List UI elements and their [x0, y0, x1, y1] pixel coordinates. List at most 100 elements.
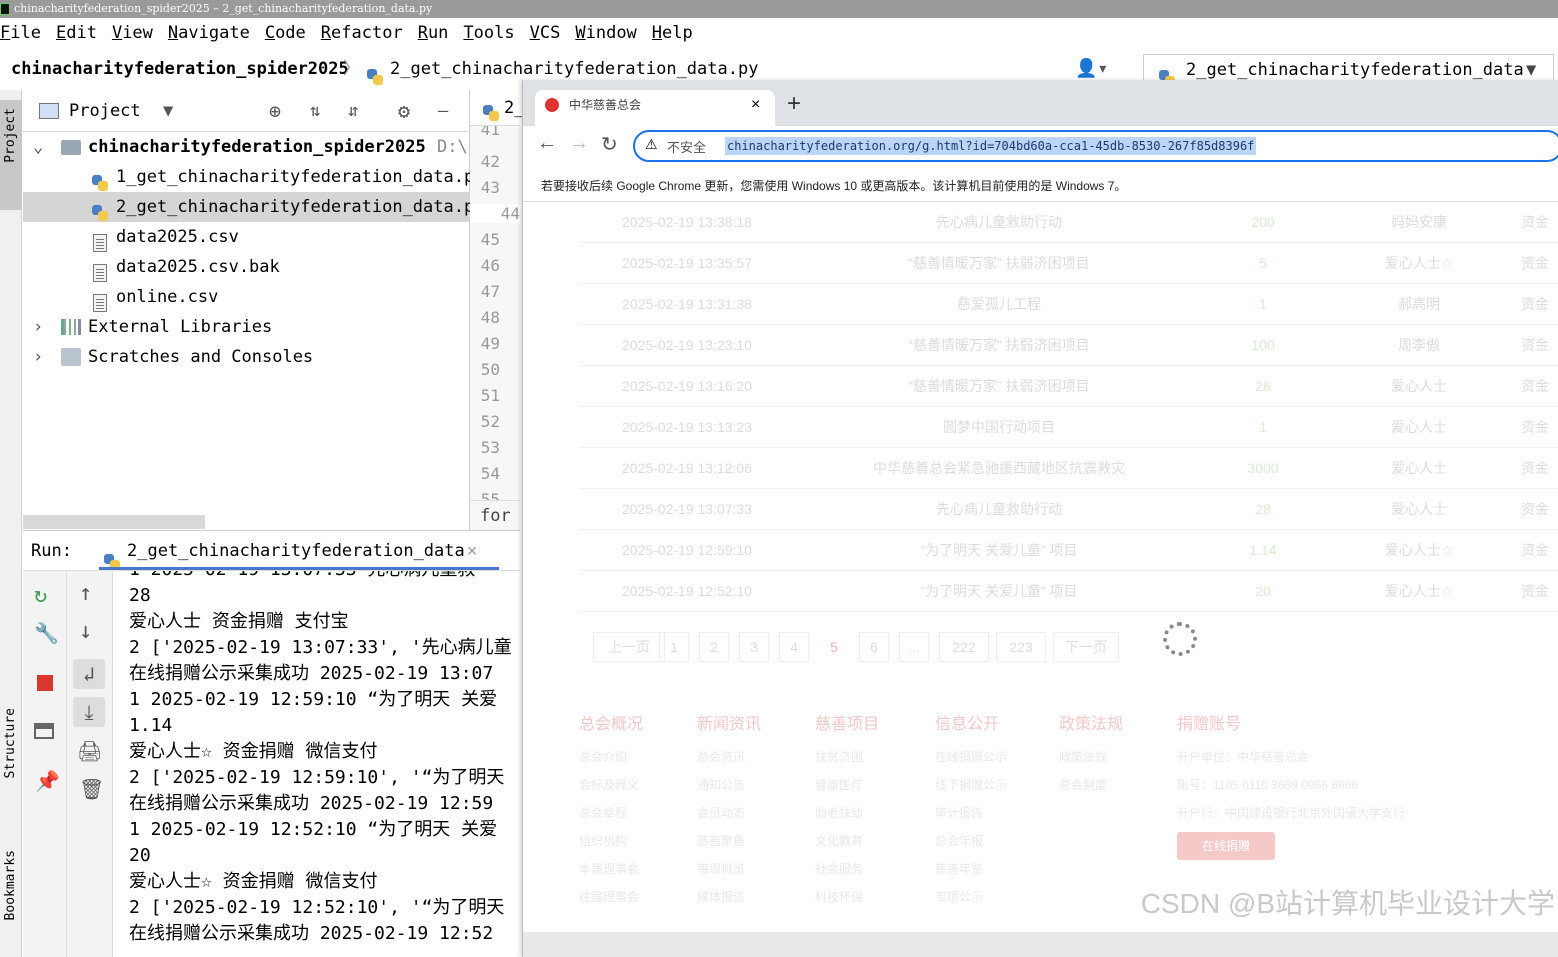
- footer-link[interactable]: 媒体报道: [697, 888, 761, 916]
- tree-external-libraries[interactable]: › External Libraries: [23, 312, 470, 342]
- menu-refactor[interactable]: Refactor: [321, 20, 403, 46]
- menu-code[interactable]: Code: [265, 20, 306, 46]
- layout-icon[interactable]: [34, 723, 54, 739]
- new-tab-button[interactable]: +: [787, 90, 801, 118]
- editor-breadcrumb[interactable]: for: [470, 500, 520, 530]
- menu-navigate[interactable]: Navigate: [168, 20, 250, 46]
- footer-link[interactable]: 会员动态: [697, 804, 761, 832]
- soft-wrap-icon[interactable]: ↲: [73, 659, 105, 689]
- project-tool-tab[interactable]: Project: [0, 100, 22, 210]
- tree-file-3[interactable]: data2025.csv: [23, 222, 470, 252]
- menu-view[interactable]: View: [112, 20, 153, 46]
- not-secure-label[interactable]: 不安全: [667, 137, 706, 156]
- page-ellipsis: ...: [899, 632, 929, 662]
- scroll-to-end-icon[interactable]: ⤓: [73, 697, 105, 727]
- page-button[interactable]: 6: [859, 632, 889, 662]
- online-donate-button[interactable]: 在线捐赠: [1177, 832, 1275, 860]
- footer-link[interactable]: 健康医疗: [815, 776, 879, 804]
- project-panel-title[interactable]: Project: [69, 90, 141, 132]
- footer-link[interactable]: 通知公告: [697, 776, 761, 804]
- chevron-down-icon[interactable]: ▼: [163, 90, 173, 132]
- tree-file-5[interactable]: online.csv: [23, 282, 470, 312]
- menu-help[interactable]: Help: [652, 20, 693, 46]
- menu-file[interactable]: File: [0, 20, 41, 46]
- footer-link[interactable]: 慈善年鉴: [935, 860, 1007, 888]
- forward-icon[interactable]: →: [569, 132, 589, 155]
- page-button[interactable]: 1: [659, 632, 689, 662]
- menu-run[interactable]: Run: [418, 20, 449, 46]
- structure-tool-label[interactable]: Structure: [3, 708, 18, 778]
- trash-icon[interactable]: 🗑: [79, 777, 104, 801]
- minimize-icon[interactable]: —: [438, 90, 448, 132]
- tree-root[interactable]: ⌄ chinacharityfederation_spider2025 D:\: [23, 132, 470, 162]
- footer-link[interactable]: 往届理事会: [579, 888, 643, 916]
- tree-scratches-label: Scratches and Consoles: [88, 347, 314, 367]
- arrow-up-icon[interactable]: ↑: [79, 581, 92, 606]
- back-icon[interactable]: ←: [537, 132, 557, 155]
- page-button[interactable]: 2: [699, 632, 729, 662]
- arrow-down-icon[interactable]: ↓: [79, 619, 92, 644]
- pin-icon[interactable]: 📌: [35, 769, 60, 793]
- tree-scratches[interactable]: › Scratches and Consoles: [23, 342, 470, 372]
- url-text[interactable]: chinacharityfederation.org/g.html?id=704…: [725, 137, 1257, 155]
- page-button[interactable]: 3: [739, 632, 769, 662]
- footer-link[interactable]: 线下捐赠公示: [935, 776, 1007, 804]
- menu-edit[interactable]: Edit: [56, 20, 97, 46]
- footer-link[interactable]: 审计报告: [935, 804, 1007, 832]
- footer-link[interactable]: 总会章程: [579, 804, 643, 832]
- menu-vcs[interactable]: VCS: [530, 20, 561, 46]
- tree-file-2[interactable]: 2_get_chinacharityfederation_data.py: [23, 192, 470, 222]
- stop-icon[interactable]: [37, 675, 53, 691]
- horizontal-scrollbar[interactable]: [23, 515, 205, 529]
- collapse-all-icon[interactable]: ⇵: [348, 90, 358, 132]
- footer-link[interactable]: 文化教育: [815, 832, 879, 860]
- address-bar[interactable]: ⚠ 不安全 chinacharityfederation.org/g.html?…: [633, 130, 1558, 162]
- footer-link[interactable]: 助老扶幼: [815, 804, 879, 832]
- donation-donor: 爱心人士☆: [1384, 542, 1454, 558]
- footer-heading: 捐赠账号: [1177, 716, 1242, 733]
- footer-link[interactable]: 总会介绍: [579, 748, 643, 776]
- breadcrumb-project[interactable]: chinacharityfederation_spider2025: [11, 52, 349, 86]
- reload-icon[interactable]: ↻: [601, 132, 618, 157]
- page-button[interactable]: 222: [939, 632, 989, 662]
- footer-link[interactable]: 科技环保: [815, 888, 879, 916]
- tree-file-4[interactable]: data2025.csv.bak: [23, 252, 470, 282]
- print-icon[interactable]: 🖨: [77, 739, 102, 763]
- browser-tab[interactable]: 中华慈善总会 ×: [535, 90, 775, 126]
- current-page-button[interactable]: 5: [819, 632, 849, 662]
- footer-heading: 总会概况: [579, 716, 644, 733]
- console-output[interactable]: 1 2025-02-19 13:07:33 先心病儿童救 28 爱心人士 资金捐…: [113, 571, 520, 957]
- page-button[interactable]: 223: [996, 632, 1046, 662]
- footer-link[interactable]: 政策法规: [1059, 748, 1123, 776]
- prev-page-button[interactable]: 上一页: [593, 632, 665, 662]
- tree-file-1[interactable]: 1_get_chinacharityfederation_data.py: [23, 162, 470, 192]
- console-line: 2 ['2025-02-19 13:07:33', '先心病儿童: [129, 637, 512, 658]
- run-tab-label[interactable]: 2_get_chinacharityfederation_data: [127, 531, 465, 571]
- wrench-icon[interactable]: 🔧: [34, 621, 59, 645]
- menu-window[interactable]: Window: [575, 20, 636, 46]
- expand-all-icon[interactable]: ⇅: [310, 90, 320, 132]
- menu-tools[interactable]: Tools: [463, 20, 514, 46]
- footer-link[interactable]: 组织机构: [579, 832, 643, 860]
- close-tab-icon[interactable]: ×: [751, 90, 760, 120]
- bookmarks-tool-label[interactable]: Bookmarks: [3, 850, 18, 920]
- footer-link[interactable]: 社会服务: [815, 860, 879, 888]
- page-button[interactable]: 4: [779, 632, 809, 662]
- next-page-button[interactable]: 下一页: [1053, 632, 1119, 662]
- gear-icon[interactable]: ⚙: [398, 90, 410, 132]
- locate-file-icon[interactable]: ⊕: [269, 90, 281, 132]
- footer-link[interactable]: 扶贫济困: [815, 748, 879, 776]
- footer-link[interactable]: 总会资讯: [697, 748, 761, 776]
- footer-link[interactable]: 在线捐赠公示: [935, 748, 1007, 776]
- footer-link[interactable]: 每周概览: [697, 860, 761, 888]
- close-icon[interactable]: ×: [467, 531, 477, 571]
- footer-link[interactable]: 本届理事会: [579, 860, 643, 888]
- editor-tab[interactable]: 2_: [470, 90, 524, 126]
- footer-text: 开户行：中国建设银行北京外国语大学支行: [1177, 806, 1406, 820]
- footer-link[interactable]: 总会制度: [1059, 776, 1123, 804]
- rerun-icon[interactable]: ↻: [34, 583, 47, 608]
- footer-link[interactable]: 会标及释义: [579, 776, 643, 804]
- footer-link[interactable]: 专项公示: [935, 888, 1007, 916]
- footer-link[interactable]: 总会年报: [935, 832, 1007, 860]
- footer-link[interactable]: 慈善聚焦: [697, 832, 761, 860]
